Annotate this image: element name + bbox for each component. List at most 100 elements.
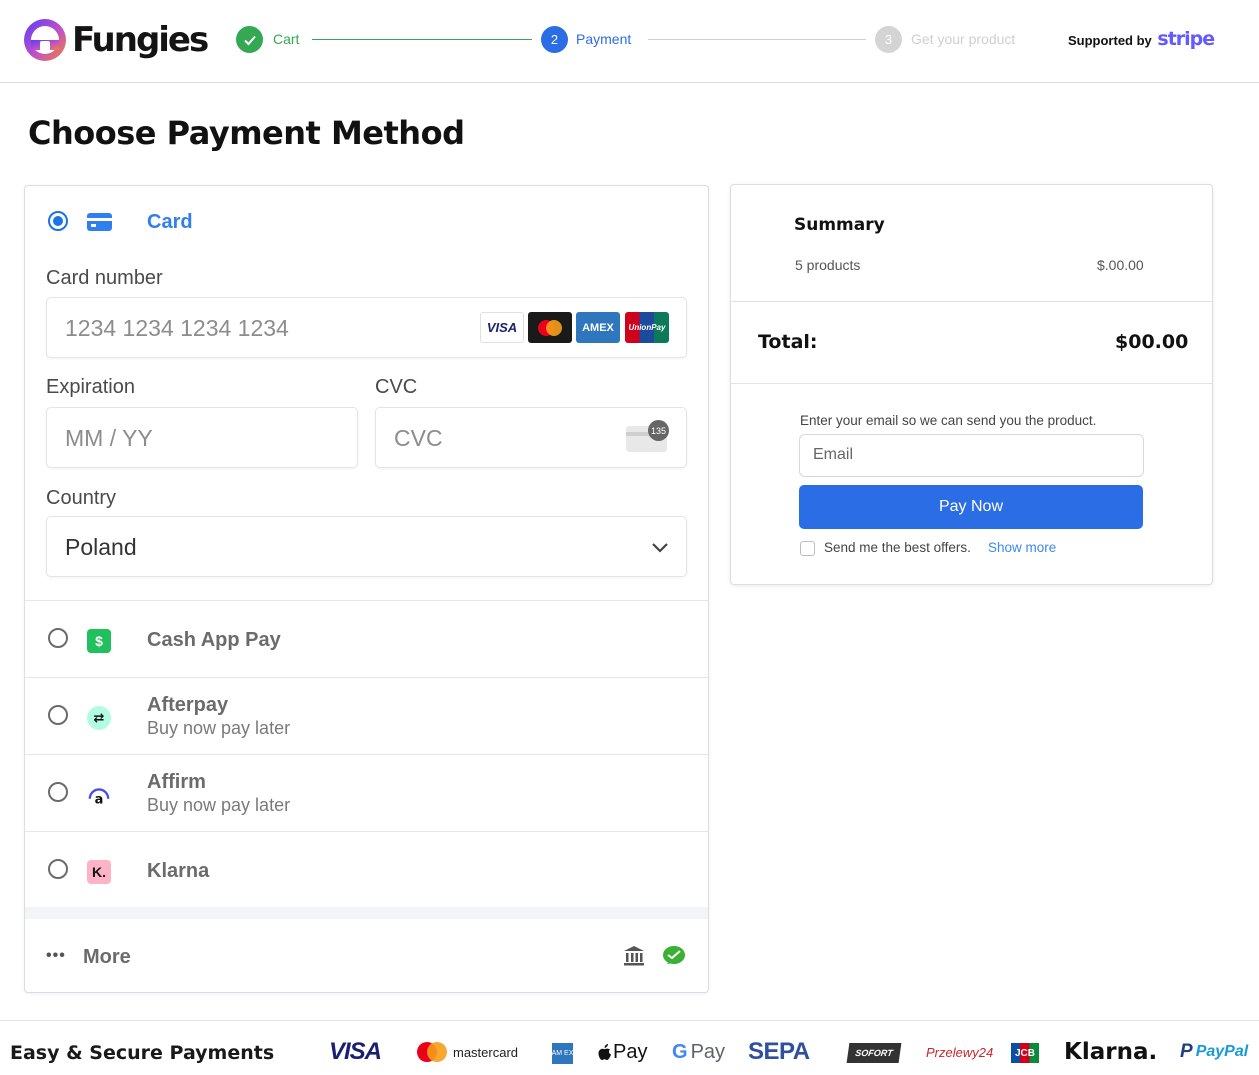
fungies-logo-icon [22,17,68,63]
amex-logo: AM EX [552,1043,573,1064]
expiration-input[interactable]: MM / YY [46,407,358,468]
step-line-pending [648,39,866,40]
step-cart-label[interactable]: Cart [273,31,299,47]
google-pay-logo: G Pay [672,1039,725,1065]
offers-checkbox[interactable] [800,541,815,556]
affirm-sub: Buy now pay later [147,795,291,815]
page-title: Choose Payment Method [28,114,465,152]
chevron-down-icon [652,543,668,553]
paypal-logo-text: PayPal [1195,1043,1249,1060]
country-select[interactable]: Poland [46,516,687,577]
afterpay-radio[interactable] [48,705,68,725]
klarna-name: Klarna [147,860,210,882]
step-payment-label: Payment [576,31,632,47]
step-product-number: 3 [875,26,902,53]
mastercard-logo: mastercard [415,1039,518,1065]
pay-now-label: Pay Now [938,498,1004,515]
footer-title: Easy & Secure Payments [10,1042,275,1064]
brand-name: Fungies [72,20,209,60]
divider [25,677,708,678]
payment-methods-panel: Card Card number 1234 1234 1234 1234 VIS… [24,185,709,993]
cvc-card-icon: 135 [626,420,669,452]
svg-text:a: a [95,792,104,807]
cash-app-name: Cash App Pay [147,629,281,651]
country-label: Country [46,487,117,509]
offers-text: Send me the best offers. [824,540,971,555]
supported-by: Supported by stripe [1068,28,1215,50]
total-amount: $00.00 [1115,331,1189,353]
apple-pay-logo: Pay [598,1039,647,1065]
afterpay-icon: ⇄ [87,706,111,730]
divider [25,907,708,919]
visa-logo: VISA [329,1038,382,1065]
amex-brand-icon: AMEX [576,312,620,343]
step-payment-number: 2 [541,26,568,53]
more-label: More [83,946,131,968]
email-placeholder: Email [813,446,854,463]
products-amount: $.00.00 [1097,257,1144,273]
card-radio[interactable] [48,211,68,231]
sepa-logo: SEPA [748,1038,810,1065]
sofort-logo: SOFORT [846,1043,902,1063]
card-number-placeholder: 1234 1234 1234 1234 [65,315,289,341]
klarna-logo: Klarna. [1064,1039,1158,1065]
klarna-icon: K. [87,860,111,884]
products-count: 5 products [795,257,861,273]
przelewy24-logo: Przelewy24 [926,1044,994,1060]
klarna-radio[interactable] [48,859,68,879]
cvc-label: CVC [375,376,418,398]
apple-pay-text: Pay [613,1040,648,1063]
divider [731,301,1212,302]
mastercard-brand-icon [528,312,572,343]
show-more-link[interactable]: Show more [988,540,1056,555]
more-dots-icon: ••• [46,947,66,964]
affirm-radio[interactable] [48,782,68,802]
google-g-icon: G [672,1040,688,1063]
unionpay-brand-icon: UnionPay [625,312,669,343]
card-method-label[interactable]: Card [147,211,193,234]
step-line-done [312,39,532,40]
cash-app-icon: $ [87,629,111,653]
step-product-label: Get your product [911,31,1016,47]
card-icon [87,213,112,231]
pay-now-button[interactable]: Pay Now [799,485,1143,529]
summary-title: Summary [794,215,885,235]
expiration-label: Expiration [46,376,135,398]
stripe-logo: stripe [1157,28,1215,50]
fungies-logo[interactable]: Fungies [22,17,209,63]
mastercard-logo-text: mastercard [453,1044,519,1060]
step-cart-check-icon [236,26,263,53]
total-label: Total: [758,331,818,353]
order-summary-panel: Summary 5 products $.00.00 Total: $00.00… [730,184,1213,585]
google-pay-text: Pay [690,1040,726,1063]
card-number-input[interactable]: 1234 1234 1234 1234 VISA AMEX UnionPay [46,297,687,358]
divider [731,383,1212,384]
expiration-placeholder: MM / YY [65,425,153,451]
affirm-icon: a [87,783,111,807]
cvc-input[interactable]: CVC 135 [375,407,687,468]
divider [25,754,708,755]
divider [25,600,708,601]
supported-by-text: Supported by [1068,33,1152,48]
email-prompt: Enter your email so we can send you the … [800,413,1097,428]
cash-app-radio[interactable] [48,628,68,648]
affirm-name: Affirm [147,771,206,793]
wechat-pay-icon [663,946,685,964]
email-input[interactable]: Email [799,434,1144,477]
paypal-logo: P PayPal [1180,1039,1248,1065]
afterpay-sub: Buy now pay later [147,718,291,738]
afterpay-name: Afterpay [147,694,229,716]
apple-icon [598,1044,611,1060]
cvc-placeholder: CVC [394,425,443,451]
top-header: Fungies Cart 2 Payment 3 Get your produc… [0,0,1259,83]
footer-bar: Easy & Secure Payments VISA mastercard A… [0,1020,1259,1075]
visa-brand-icon: VISA [480,312,524,343]
cvc-number-badge: 135 [648,420,669,441]
paypal-p-icon: P [1180,1041,1193,1062]
card-number-label: Card number [46,267,163,289]
checkout-steps: Cart 2 Payment 3 Get your product [236,26,1036,54]
divider [25,831,708,832]
jcb-logo: JCB [1011,1043,1039,1063]
country-value: Poland [65,534,137,560]
bank-icon [624,946,644,966]
